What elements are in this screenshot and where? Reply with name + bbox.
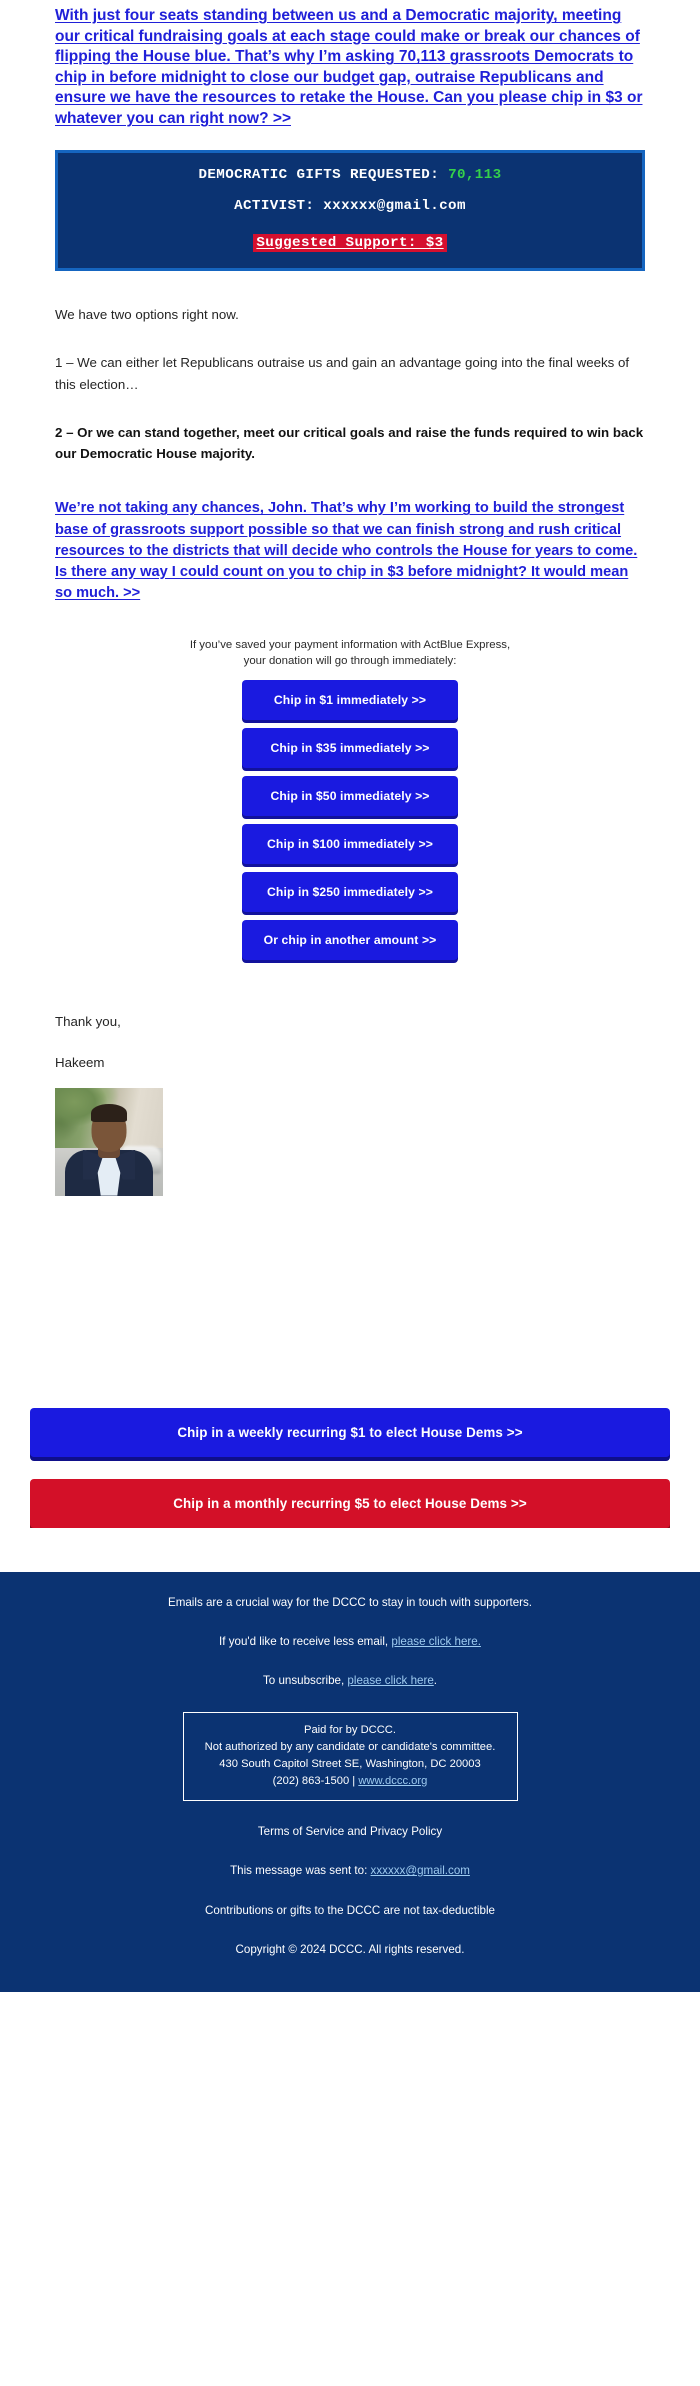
gifts-requested-label: DEMOCRATIC GIFTS REQUESTED:: [198, 166, 440, 183]
suggested-support-row: Suggested Support: $3: [68, 233, 632, 252]
recurring-button-group: Chip in a weekly recurring $1 to elect H…: [0, 1407, 700, 1528]
unsubscribe-line: To unsubscribe, please click here.: [40, 1672, 660, 1689]
monthly-recurring-button[interactable]: Chip in a monthly recurring $5 to elect …: [30, 1478, 670, 1528]
closing-link-text: We’re not taking any chances, John. That…: [55, 500, 638, 602]
gifts-requested-row: DEMOCRATIC GIFTS REQUESTED: 70,113: [68, 167, 632, 184]
actblue-express-note: If you’ve saved your payment information…: [55, 637, 645, 669]
signoff-name: Hakeem: [55, 1054, 105, 1070]
less-email-prefix: If you'd like to receive less email,: [219, 1634, 392, 1648]
spacer: [0, 1527, 700, 1572]
gifts-requested-value: 70,113: [448, 166, 502, 183]
chip-in-50-button[interactable]: Chip in $50 immediately >>: [242, 775, 458, 816]
message-body: We have two options right now. 1 – We ca…: [0, 271, 700, 1408]
tax-deductible-line: Contributions or gifts to the DCCC are n…: [205, 1903, 495, 1917]
street-address-line: 430 South Capitol Street SE, Washington,…: [219, 1757, 481, 1770]
chip-in-1-button[interactable]: Chip in $1 immediately >>: [242, 679, 458, 720]
suggested-support-badge[interactable]: Suggested Support: $3: [253, 233, 447, 252]
copyright-line: Copyright © 2024 DCCC. All rights reserv…: [235, 1942, 465, 1956]
chip-in-button-stack: Chip in $1 immediately >> Chip in $35 im…: [55, 670, 645, 960]
activist-label: ACTIVIST:: [234, 197, 315, 214]
paid-for-by-box: Paid for by DCCC. Not authorized by any …: [182, 1711, 518, 1801]
website-link[interactable]: www.dccc.org: [358, 1775, 427, 1787]
chip-in-250-button[interactable]: Chip in $250 immediately >>: [242, 871, 458, 912]
unsubscribe-suffix: .: [433, 1674, 438, 1688]
chip-in-other-amount-button[interactable]: Or chip in another amount >>: [242, 919, 458, 960]
chip-in-100-button[interactable]: Chip in $100 immediately >>: [242, 823, 458, 864]
weekly-recurring-button[interactable]: Chip in a weekly recurring $1 to elect H…: [30, 1407, 670, 1457]
lead-paragraph-block: With just four seats standing between us…: [0, 0, 700, 130]
not-authorized-line: Not authorized by any candidate or candi…: [204, 1740, 496, 1753]
portrait-wrapper: [55, 1070, 645, 1196]
hakeem-jeffries-portrait-photo: [55, 1087, 163, 1196]
actblue-note-line-2: your donation will go through immediatel…: [243, 655, 457, 668]
option-one-paragraph: 1 – We can either let Republicans outrai…: [55, 354, 630, 392]
terms-of-service-line[interactable]: Terms of Service and Privacy Policy: [40, 1823, 660, 1840]
unsubscribe-prefix: To unsubscribe,: [262, 1674, 348, 1688]
activist-email: xxxxxx@gmail.com: [323, 197, 466, 214]
intro-paragraph: We have two options right now.: [55, 306, 239, 322]
email-footer: Emails are a crucial way for the DCCC to…: [0, 1571, 700, 1993]
signoff-thanks: Thank you,: [55, 1013, 121, 1029]
unsubscribe-link[interactable]: please click here: [347, 1674, 433, 1687]
option-two-paragraph: 2 – Or we can stand together, meet our c…: [55, 424, 644, 462]
lead-donation-link[interactable]: With just four seats standing between us…: [55, 6, 645, 130]
portrait-hair: [91, 1103, 127, 1122]
phone-and-website-line: (202) 863-1500 | www.dccc.org: [196, 1773, 505, 1790]
sent-to-prefix: This message was sent to:: [230, 1864, 371, 1878]
paid-for-by-line: Paid for by DCCC.: [303, 1723, 396, 1736]
sent-to-line: This message was sent to: xxxxxx@gmail.c…: [40, 1862, 660, 1879]
closing-donation-link[interactable]: We’re not taking any chances, John. That…: [55, 498, 645, 604]
footer-intro-line: Emails are a crucial way for the DCCC to…: [167, 1595, 533, 1609]
activist-row: ACTIVIST: xxxxxx@gmail.com: [68, 198, 632, 215]
phone-number: (202) 863-1500 |: [272, 1774, 359, 1787]
donation-stats-box: DEMOCRATIC GIFTS REQUESTED: 70,113 ACTIV…: [55, 149, 645, 271]
email-body: With just four seats standing between us…: [0, 0, 700, 1993]
less-email-link[interactable]: please click here.: [391, 1635, 481, 1648]
stats-box-wrapper: DEMOCRATIC GIFTS REQUESTED: 70,113 ACTIV…: [0, 130, 700, 271]
chip-in-35-button[interactable]: Chip in $35 immediately >>: [242, 727, 458, 768]
less-email-line: If you'd like to receive less email, ple…: [40, 1633, 660, 1650]
recipient-email-link[interactable]: xxxxxx@gmail.com: [371, 1864, 470, 1877]
actblue-note-line-1: If you’ve saved your payment information…: [189, 639, 511, 652]
lead-link-text: With just four seats standing between us…: [55, 7, 643, 128]
